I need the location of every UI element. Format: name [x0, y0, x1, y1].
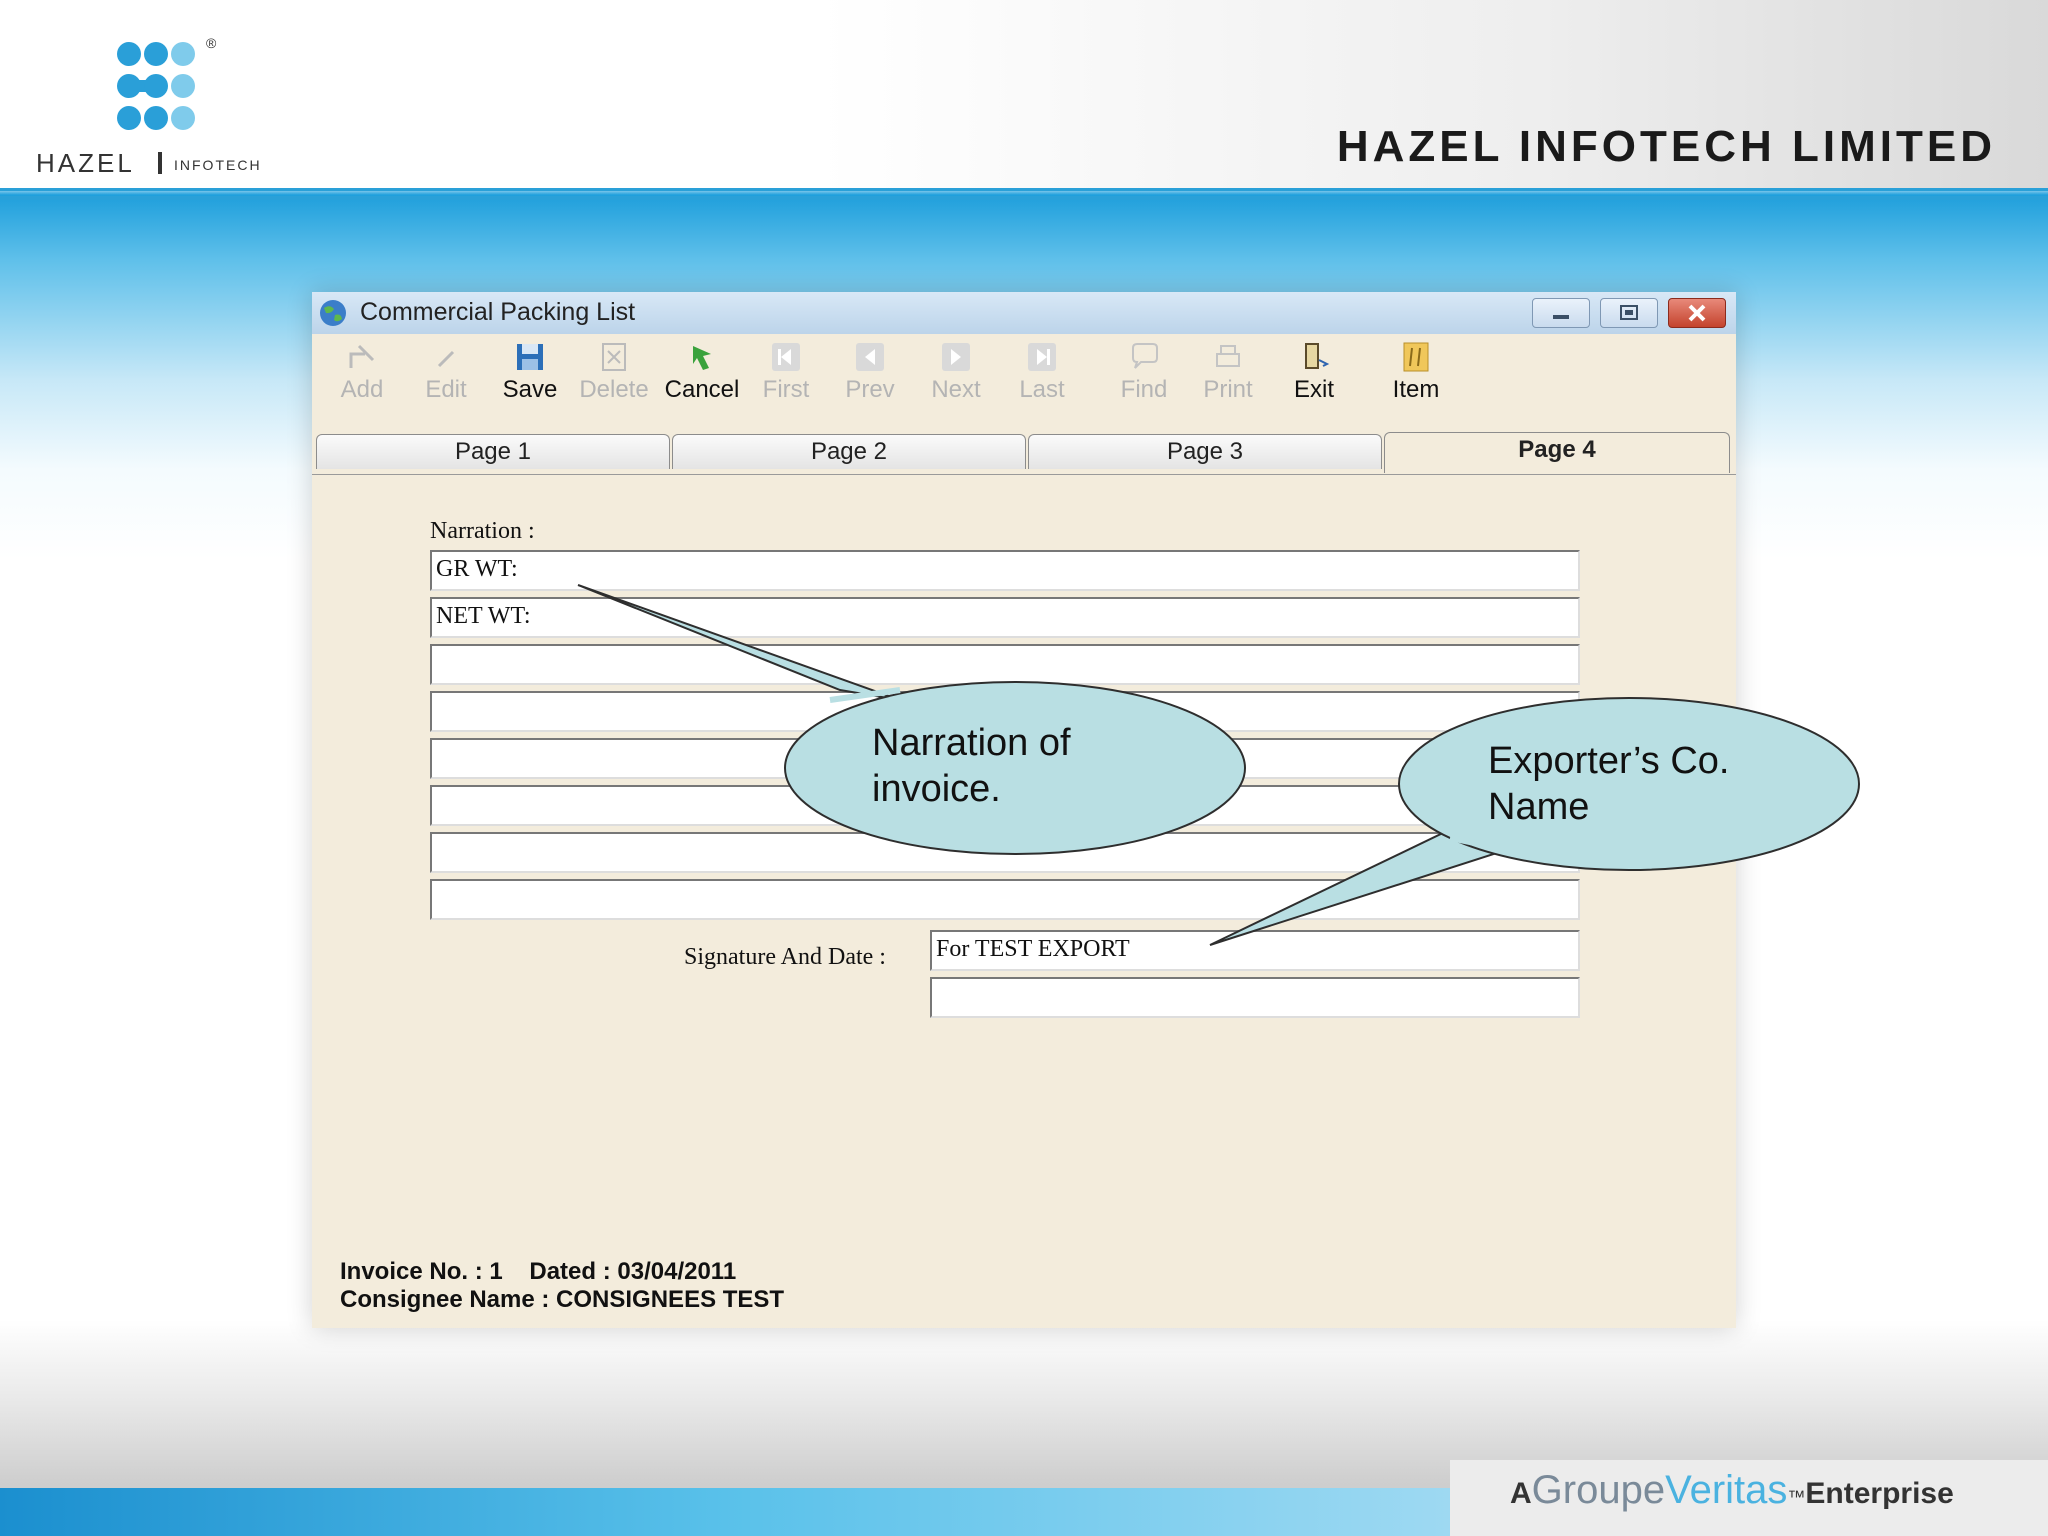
brand-prefix: A: [1510, 1477, 1532, 1510]
exporter-callout-text: Exporter’s Co. Name: [1488, 738, 1729, 830]
brand-veritas: Veritas: [1665, 1468, 1788, 1512]
exporter-callout-line-1: Exporter’s Co.: [1488, 740, 1730, 782]
exporter-callout-line-2: Name: [1488, 786, 1590, 828]
brand-enterprise: Enterprise: [1805, 1477, 1954, 1510]
narration-callout-text: Narration of invoice.: [872, 720, 1071, 812]
brand-groupe: Groupe: [1531, 1468, 1666, 1512]
groupe-veritas-brand: AGroupeVeritas™Enterprise: [1510, 1468, 1954, 1513]
brand-tm: ™: [1787, 1487, 1806, 1507]
narration-callout-line-2: invoice.: [872, 768, 1001, 810]
narration-callout-line-1: Narration of: [872, 722, 1071, 764]
footer-band: [0, 1488, 1450, 1536]
